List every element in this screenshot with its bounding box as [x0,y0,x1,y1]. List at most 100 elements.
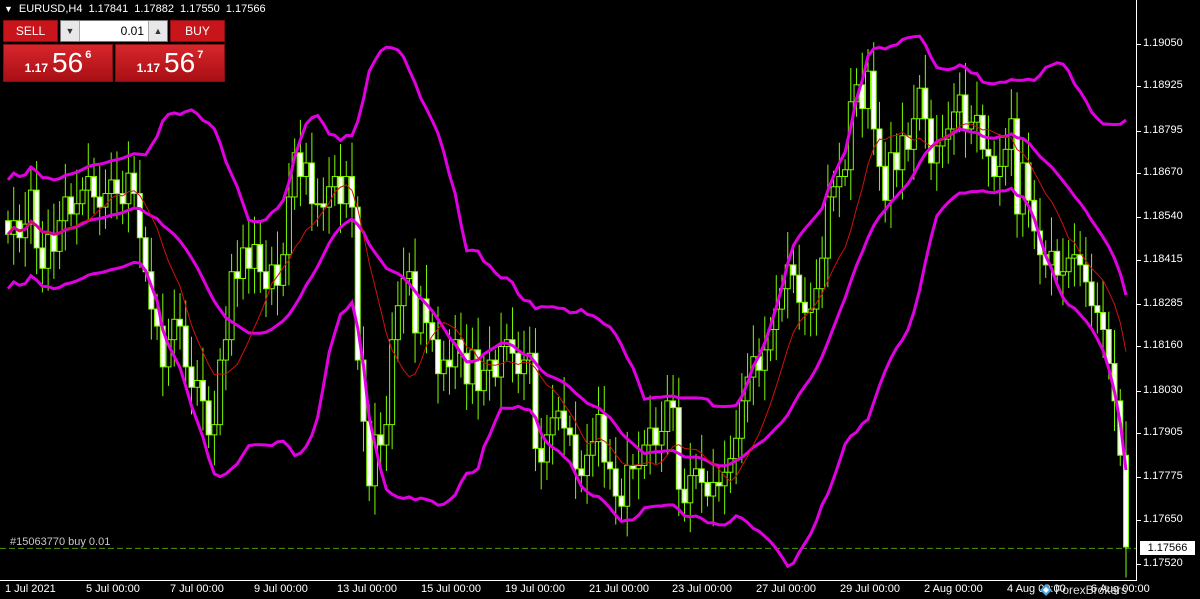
candle-body [601,413,608,463]
candle-body [647,427,654,446]
candle-body [979,114,986,150]
bollinger-upper-band [6,34,1127,409]
price-tick-label: 1.17650 [1143,512,1183,525]
symbol-timeframe: EURUSD,H4 [18,3,83,15]
candle-body [326,186,333,208]
candle-body [607,461,613,470]
time-tick-label: 21 Jul 00:00 [589,583,649,595]
candle-body [733,437,740,460]
price-tick-mark [1137,519,1141,521]
candle-body [205,400,212,436]
candle-body [956,94,963,113]
candle-body [899,135,906,171]
buy-price-button[interactable]: 1.17 56 7 [115,44,225,82]
time-tick-label: 19 Jul 00:00 [505,583,565,595]
price-tick-label: 1.18670 [1143,166,1183,179]
candle-body [1071,254,1078,259]
time-tick-label: 7 Jul 00:00 [170,583,224,595]
price-axis[interactable]: 1.19050 1.18925 1.18795 1.18670 1.18540 1.184… [1137,0,1200,580]
time-tick-label: 9 Jul 00:00 [254,583,308,595]
sell-price-button[interactable]: 1.17 56 6 [3,44,113,82]
candle-body [738,400,745,439]
price-tick-mark [1137,44,1141,45]
forexbrokers-logo-icon [1040,584,1052,596]
current-price-tag: 1.17566 [1140,541,1195,555]
candle-body [33,189,40,249]
candle-body [704,481,711,497]
candle-body [687,475,694,504]
candle-body [1019,162,1026,215]
price-tick-mark [1137,390,1141,392]
candle-body [710,481,717,497]
candle-body [1025,162,1032,201]
price-tick-mark [1137,433,1141,435]
price-tick-mark [1137,259,1141,261]
time-tick-label: 27 Jul 00:00 [756,583,816,595]
candle-body [136,193,143,239]
lot-increase-icon[interactable]: ▲ [148,21,167,41]
time-tick-label: 13 Jul 00:00 [337,583,397,595]
price-chart[interactable] [0,0,1200,599]
candle-body [790,264,797,276]
candle-body [492,359,499,378]
candle-body [377,434,384,446]
candle-body [498,345,505,378]
candle-body [1002,148,1009,167]
price-tick-mark [1137,217,1141,219]
candle-body [1054,250,1061,276]
candle-body [670,400,677,409]
candle-body [664,400,671,432]
candle-body [893,152,900,171]
lot-size-control: ▼ ▲ [60,20,168,42]
candle-body [1059,271,1066,276]
lot-decrease-icon[interactable]: ▼ [61,21,80,41]
dropdown-arrow-icon[interactable]: ▼ [4,4,13,14]
time-tick-label: 23 Jul 00:00 [672,583,732,595]
lot-size-input[interactable] [80,21,148,41]
sell-price-pips: 56 [52,47,84,78]
candle-body [199,379,206,402]
candle-body [693,468,699,477]
candle-body [274,264,281,286]
price-tick-mark [1137,346,1141,348]
candle-body [222,339,229,361]
candle-body [68,196,75,215]
candle-body [240,247,247,280]
time-axis[interactable]: 1 Jul 2021 5 Jul 00:00 7 Jul 00:00 9 Jul 00… [0,580,1150,599]
candle-body [251,244,258,269]
price-tick-label: 1.17905 [1143,426,1183,439]
time-tick-label: 1 Jul 2021 [5,583,56,595]
candle-body [951,111,957,130]
candle-body [612,468,619,497]
candle-body [263,271,269,290]
candle-body [985,148,992,157]
candle-body [234,271,241,280]
candle-body [1094,305,1101,313]
price-tick-label: 1.18925 [1143,79,1183,92]
candle-body [211,424,218,436]
candle-body [916,87,923,120]
candle-body [446,359,453,368]
sell-price-prefix: 1.17 [24,61,49,75]
sell-button[interactable]: SELL [3,20,58,42]
candle-body [801,301,808,313]
candle-body [922,87,929,120]
candle-body [641,444,648,466]
candle-body [435,339,441,375]
ohlc-close: 1.17566 [225,3,266,15]
buy-price-pips: 56 [164,47,196,78]
candle-body [618,495,625,507]
candle-body [578,468,585,477]
candle-body [50,233,57,252]
candle-body [62,196,69,222]
candle-body [245,247,252,269]
candle-body [343,176,350,205]
candle-body [308,162,315,205]
candle-body [45,233,52,269]
order-line-label[interactable]: #15063770 buy 0.01 [10,536,110,548]
price-tick-label: 1.19050 [1143,37,1183,49]
buy-button[interactable]: BUY [170,20,225,42]
price-tick-label: 1.18795 [1143,123,1183,136]
candle-body [171,318,178,341]
chart-area[interactable]: ▼ EURUSD,H4 1.17841 1.17882 1.17550 1.17… [0,0,1200,599]
